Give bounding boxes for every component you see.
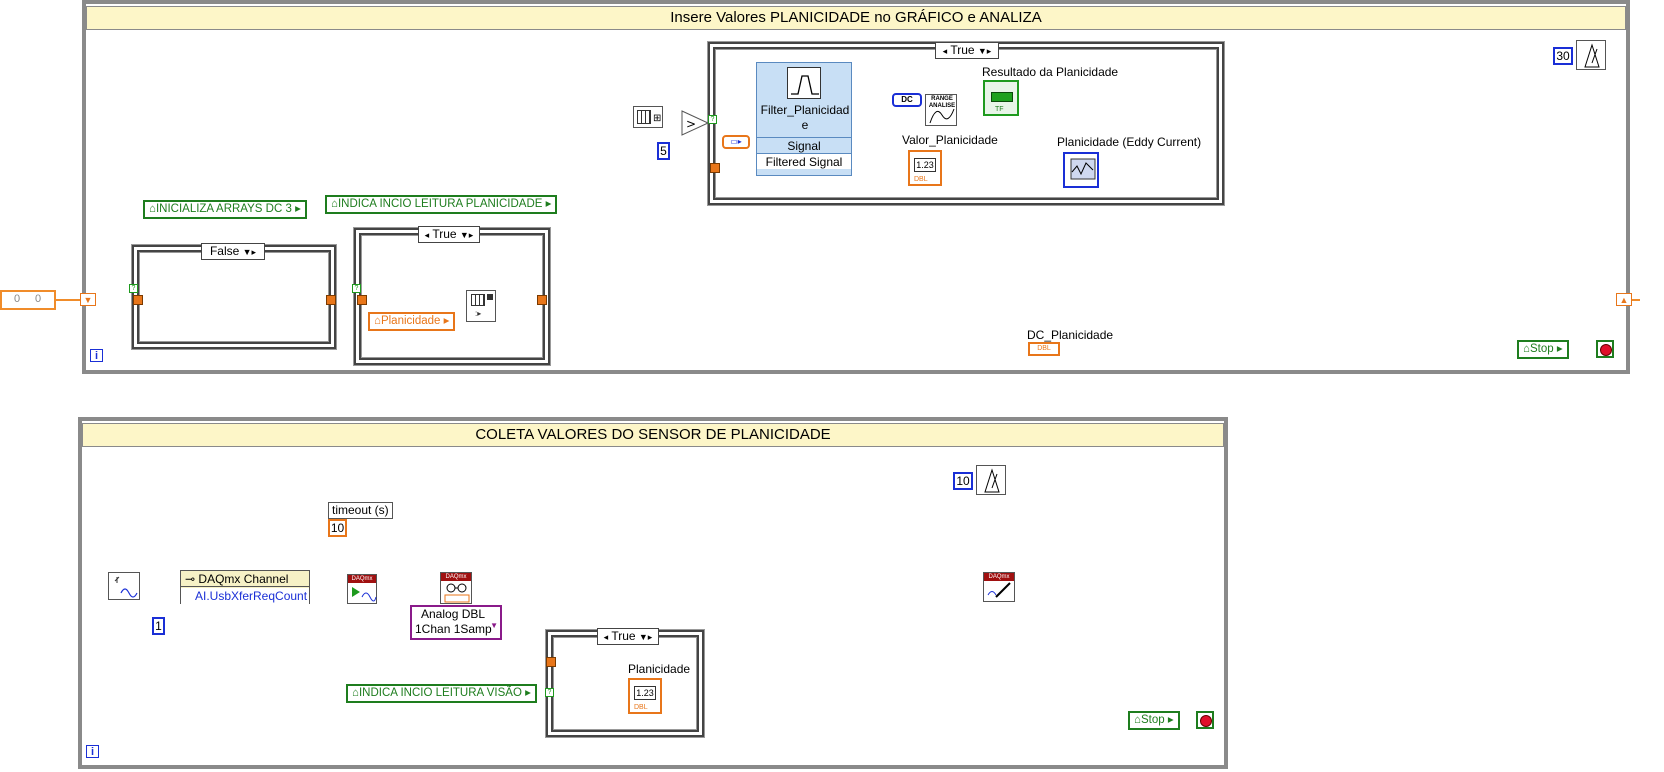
led-icon	[991, 92, 1013, 102]
input-cluster[interactable]: 0 0	[0, 290, 56, 310]
planicidade-label: Planicidade	[628, 662, 691, 676]
arrow-right-icon: ▸	[521, 687, 531, 699]
planicidade-eddy-label: Planicidade (Eddy Current)	[1057, 135, 1202, 149]
read-mode-selector[interactable]: Analog DBL 1Chan 1Samp ▼	[410, 605, 502, 640]
bool-terminal-case-true: ?	[352, 284, 361, 293]
wait-const-loop1[interactable]: 30	[1553, 47, 1573, 65]
dc-node[interactable]: DC	[892, 93, 922, 107]
daqmx-task-constant[interactable]	[108, 572, 140, 600]
const-one[interactable]: 1	[152, 617, 165, 635]
selector-dropdown-icon: ▼▸	[977, 46, 992, 56]
loop1-title-banner: Insere Valores PLANICIDADE no GRÁFICO e …	[86, 6, 1626, 30]
resultado-label: Resultado da Planicidade	[982, 65, 1119, 79]
dropdown-icon: ▼	[490, 621, 498, 630]
house-icon: ⌂	[331, 198, 338, 210]
stop-terminal-loop1[interactable]	[1596, 340, 1614, 358]
selector-dropdown-icon: ▼▸	[638, 632, 653, 642]
local-var-indica-inicio-leitura[interactable]: ⌂INDICA INCIO LEITURA PLANICIDADE ▸	[325, 195, 558, 214]
shift-register-right[interactable]: ▲	[1616, 293, 1632, 306]
house-icon: ⌂	[149, 203, 156, 215]
timeout-label: timeout (s)	[328, 502, 393, 519]
stop-icon	[1200, 715, 1212, 727]
filter-filtered-output[interactable]: Filtered Signal	[757, 153, 851, 169]
filter-icon	[787, 67, 821, 99]
metronome-icon[interactable]	[1576, 40, 1606, 70]
tunnel-loop2-case-in	[546, 657, 556, 667]
local-var-planicidade[interactable]: ⌂Planicidade ▸	[368, 312, 456, 331]
arrow-left-icon: ◂	[424, 230, 430, 240]
resultado-indicator[interactable]: TF	[983, 80, 1019, 116]
metronome-icon[interactable]	[976, 465, 1006, 495]
iteration-terminal-loop2: i	[86, 745, 99, 758]
case-selector-true[interactable]: ◂ True ▼▸	[418, 226, 480, 243]
bool-terminal-case-top: ?	[708, 115, 717, 124]
key-icon: ⊸	[185, 572, 196, 586]
arrow-right-icon: ▸	[542, 198, 552, 210]
filter-title: Filter_Planicidade	[760, 103, 850, 132]
tunnel-case-true-in	[357, 295, 367, 305]
case-structure-loop2[interactable]	[546, 630, 704, 737]
stop-terminal-loop2[interactable]	[1196, 711, 1214, 729]
stop-icon	[1600, 344, 1612, 356]
iteration-terminal-loop1: i	[90, 349, 103, 362]
daqmx-property-row[interactable]: AI.UsbXferReqCount	[181, 588, 309, 604]
local-var-inicializa-arrays[interactable]: ⌂INICIALIZA ARRAYS DC 3 ▸	[143, 200, 307, 219]
range-analise-icon[interactable]: RANGE ANALISE	[925, 94, 957, 126]
arrow-right-icon: ▸	[440, 315, 450, 327]
daqmx-read-icon[interactable]: DAQmx	[440, 572, 472, 604]
shift-register-left[interactable]: ▼	[80, 293, 96, 306]
arrow-right-icon: ▸	[1164, 714, 1174, 726]
selector-dropdown-icon: ▼▸	[459, 230, 474, 240]
case-selector-loop2[interactable]: ◂ True ▼▸	[597, 628, 659, 645]
input-value-2: 0	[35, 293, 42, 305]
array-size-icon[interactable]: ⊞	[633, 106, 663, 128]
valor-indicator[interactable]: 1.23 DBL	[908, 150, 942, 186]
house-icon: ⌂	[1134, 714, 1141, 726]
build-array-icon[interactable]: :▸	[466, 290, 496, 322]
loop2-title-banner: COLETA VALORES DO SENSOR DE PLANICIDADE	[82, 423, 1224, 447]
daqmx-channel-header: ⊸ DAQmx Channel	[181, 571, 309, 587]
case-selector-top[interactable]: ◂ True ▼▸	[935, 42, 999, 59]
tunnel-case-false-out	[326, 295, 336, 305]
local-var-stop-loop2[interactable]: ⌂Stop ▸	[1128, 711, 1180, 730]
house-icon: ⌂	[374, 315, 381, 327]
filter-express-vi[interactable]: Filter_Planicidade Signal Filtered Signa…	[756, 62, 852, 176]
input-value-1: 0	[14, 293, 21, 305]
bool-terminal-loop2-case: ?	[545, 688, 554, 697]
arrow-right-icon: ▸	[1553, 343, 1563, 355]
planicidade-indicator[interactable]: 1.23 DBL	[628, 678, 662, 714]
local-var-indica-inicio-visao[interactable]: ⌂INDICA INCIO LEITURA VISÃO ▸	[346, 684, 537, 703]
filter-signal-input[interactable]: Signal	[757, 137, 851, 153]
house-icon: ⌂	[352, 687, 359, 699]
daqmx-clear-task-icon[interactable]: DAQmx	[983, 572, 1015, 602]
dc-planicidade-label: DC_Planicidade	[1027, 328, 1114, 342]
arrow-right-icon: ▸	[291, 203, 301, 215]
local-var-stop-loop1[interactable]: ⌂Stop ▸	[1517, 340, 1569, 359]
tunnel-case-top-in	[710, 163, 720, 173]
daqmx-start-task-icon[interactable]: DAQmx	[347, 574, 377, 604]
to-waveform-icon[interactable]: ▭▸	[722, 135, 750, 149]
const-five[interactable]: 5	[657, 142, 670, 160]
tunnel-case-false-in	[133, 295, 143, 305]
arrow-left-icon: ◂	[603, 632, 609, 642]
house-icon: ⌂	[1523, 343, 1530, 355]
arrow-left-icon: ◂	[942, 46, 948, 56]
case-structure-false[interactable]	[132, 245, 336, 349]
bool-terminal-case-false: ?	[129, 284, 138, 293]
timeout-const[interactable]: 10	[328, 519, 347, 537]
case-selector-false[interactable]: False ▼▸	[201, 243, 265, 260]
daqmx-channel-property-node[interactable]: ⊸ DAQmx Channel AI.UsbXferReqCount	[180, 570, 310, 604]
dc-planicidade-indicator[interactable]: DBL	[1028, 342, 1060, 356]
valor-label: Valor_Planicidade	[902, 133, 998, 147]
selector-dropdown-icon: ▼▸	[242, 247, 257, 257]
case-structure-true[interactable]	[354, 228, 550, 365]
greater-than-icon[interactable]	[682, 111, 708, 135]
tunnel-case-true-out	[537, 295, 547, 305]
waveform-graph-indicator[interactable]	[1063, 152, 1099, 188]
wait-const-loop2[interactable]: 10	[953, 472, 973, 490]
